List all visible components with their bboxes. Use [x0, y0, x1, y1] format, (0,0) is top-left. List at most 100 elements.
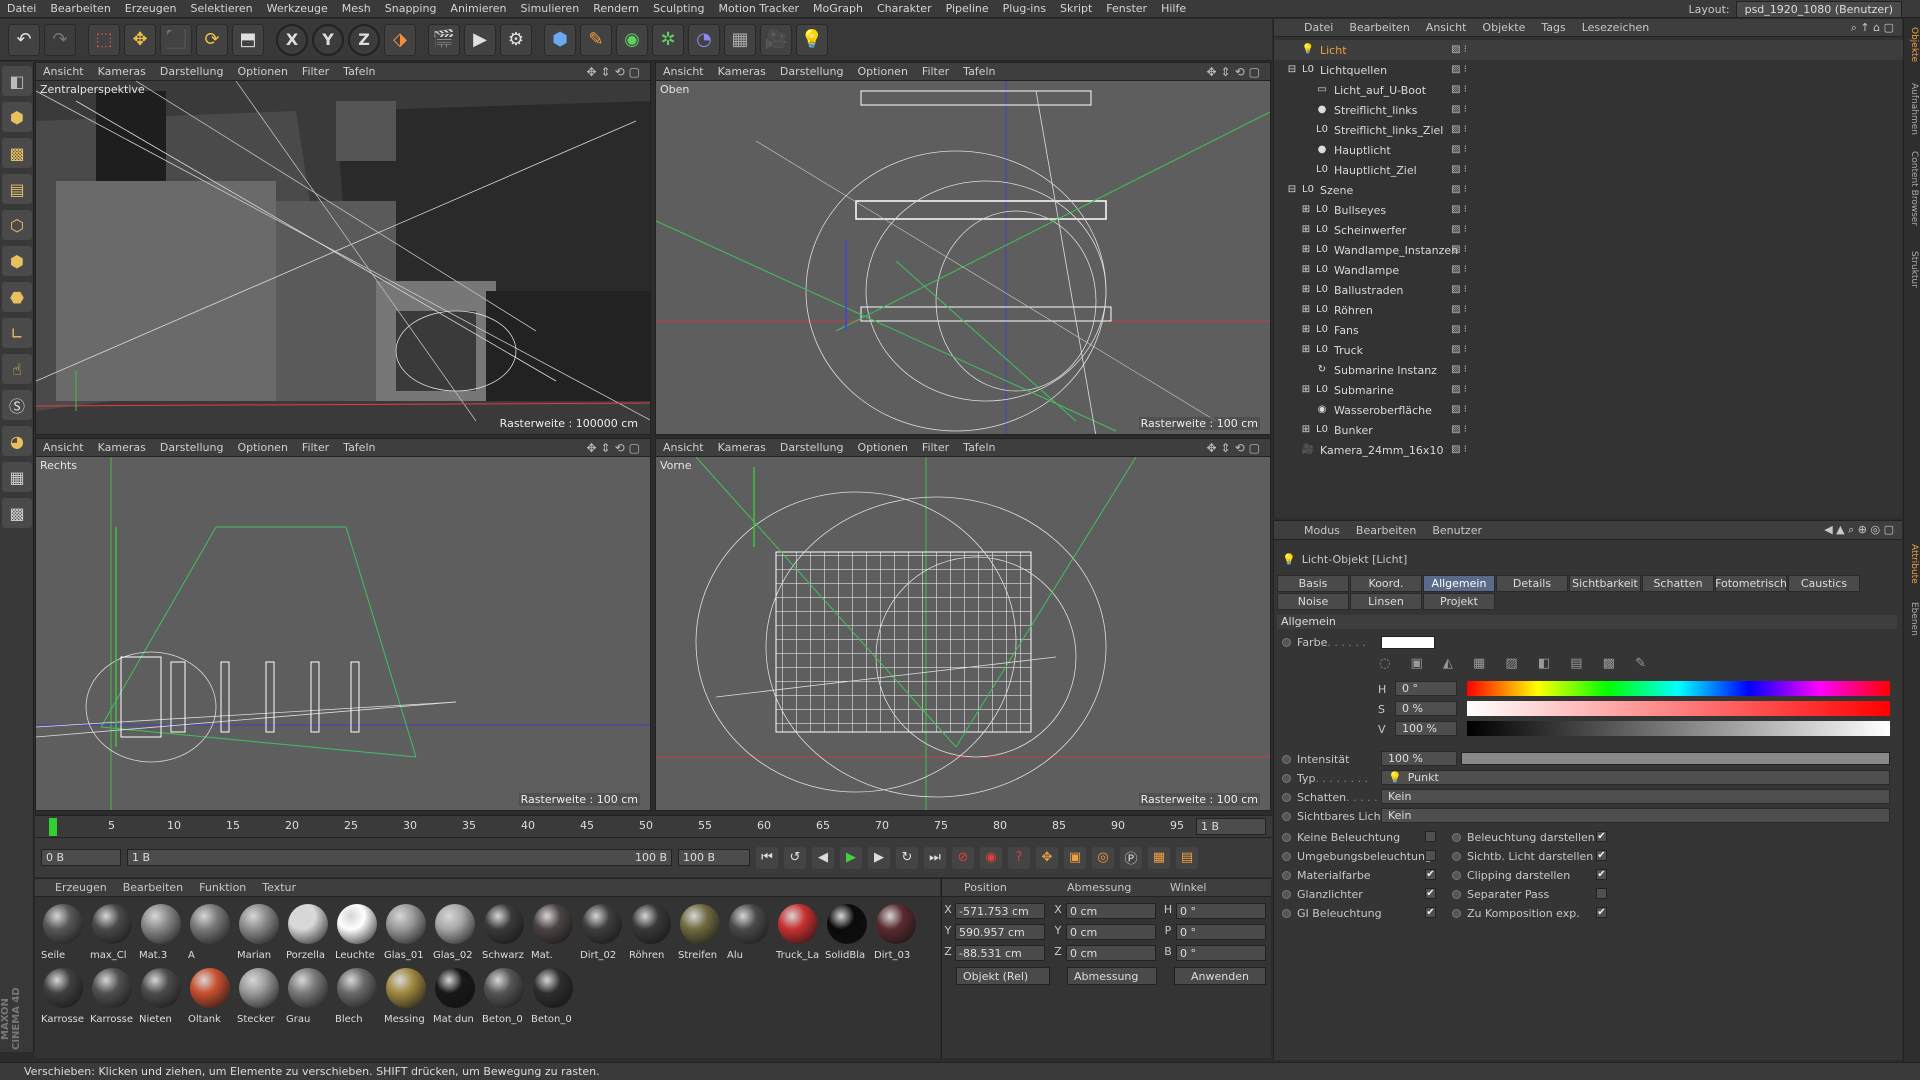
tab-struktur[interactable]: Struktur — [1906, 244, 1919, 294]
visibility-toggle-icon[interactable]: ▨ ⁝ — [1444, 244, 1474, 256]
object-row[interactable]: ● Hauptlicht ▨ ⁝ — [1274, 140, 1903, 160]
vp-menu-tafeln[interactable]: Tafeln — [956, 441, 1002, 454]
menu-mesh[interactable]: Mesh — [335, 2, 378, 15]
visibility-toggle-icon[interactable]: ▨ ⁝ — [1444, 104, 1474, 116]
menu-skript[interactable]: Skript — [1053, 2, 1099, 15]
vp-menu-kameras[interactable]: Kameras — [91, 441, 153, 454]
anim-dot[interactable] — [1282, 832, 1291, 842]
size-x-field[interactable]: 0 cm — [1066, 903, 1156, 919]
timeline-ruler[interactable]: 0510152025303540455055606570758085909510… — [35, 815, 1272, 837]
points-mode-icon[interactable]: ⬡ — [2, 210, 32, 240]
attr-tab-details[interactable]: Details — [1496, 575, 1568, 592]
mat-menu-bearbeiten[interactable]: Bearbeiten — [115, 881, 191, 894]
material-swatch[interactable]: Blech — [333, 965, 381, 1027]
anim-dot[interactable] — [1282, 754, 1291, 764]
attr-tab-linsen[interactable]: Linsen — [1350, 593, 1422, 610]
material-swatch[interactable]: Nieten — [137, 965, 185, 1027]
checkbox[interactable] — [1425, 850, 1436, 861]
magnet-icon[interactable]: ◕ — [2, 426, 32, 456]
obj-menu-bearbeiten[interactable]: Bearbeiten — [1341, 21, 1417, 34]
undo-icon[interactable]: ↶ — [8, 23, 40, 56]
frame-range-slider[interactable]: 1 B 100 B — [127, 849, 672, 866]
sculpt-grid-icon[interactable]: ▩ — [2, 498, 32, 528]
expand-icon[interactable] — [1300, 164, 1312, 176]
material-swatch[interactable]: Beton_0 — [480, 965, 528, 1027]
visibility-toggle-icon[interactable]: ▨ ⁝ — [1444, 284, 1474, 296]
s-field[interactable]: 0 % — [1395, 701, 1457, 716]
material-swatch[interactable]: Öltank — [186, 965, 234, 1027]
checkbox[interactable]: ✔ — [1596, 907, 1607, 918]
material-swatch[interactable]: Seile — [39, 901, 87, 963]
step-forward-icon[interactable]: ▶ — [868, 846, 890, 869]
viewport-perspective[interactable]: Ansicht Kameras Darstellung Optionen Fil… — [35, 62, 651, 435]
anim-dot[interactable] — [1282, 889, 1291, 899]
visibility-toggle-icon[interactable]: ▨ ⁝ — [1444, 344, 1474, 356]
object-row[interactable]: ◉ Wasseroberfläche ▨ ⁝ — [1274, 400, 1903, 420]
visibility-toggle-icon[interactable]: ▨ ⁝ — [1444, 444, 1474, 456]
vp-menu-tafeln[interactable]: Tafeln — [336, 441, 382, 454]
checkbox[interactable]: ✔ — [1425, 869, 1436, 880]
expand-icon[interactable]: ⊞ — [1300, 384, 1312, 396]
vp-menu-kameras[interactable]: Kameras — [711, 441, 773, 454]
object-row[interactable]: ● Streiflicht_links ▨ ⁝ — [1274, 100, 1903, 120]
menu-mograph[interactable]: MoGraph — [806, 2, 870, 15]
deformer-icon[interactable]: ◔ — [688, 23, 720, 56]
position-x-field[interactable]: -571.753 cm — [955, 903, 1045, 919]
expand-icon[interactable] — [1300, 144, 1312, 156]
menu-plug-ins[interactable]: Plug-ins — [996, 2, 1053, 15]
material-swatch[interactable]: Truck_La — [774, 901, 822, 963]
mat-menu-funktion[interactable]: Funktion — [191, 881, 254, 894]
attr-tab-schatten[interactable]: Schatten — [1642, 575, 1714, 592]
anim-dot[interactable] — [1452, 908, 1461, 918]
menu-bearbeiten[interactable]: Bearbeiten — [43, 2, 117, 15]
vp-menu-ansicht[interactable]: Ansicht — [656, 441, 711, 454]
tab-attribute[interactable]: Attribute — [1906, 539, 1919, 589]
material-swatch[interactable]: Leuchte — [333, 901, 381, 963]
obj-menu-datei[interactable]: Datei — [1296, 21, 1341, 34]
visibility-toggle-icon[interactable]: ▨ ⁝ — [1444, 64, 1474, 76]
menu-erzeugen[interactable]: Erzeugen — [118, 2, 184, 15]
expand-icon[interactable]: ⊟ — [1286, 64, 1298, 76]
visibility-toggle-icon[interactable]: ▨ ⁝ — [1444, 44, 1474, 56]
visibility-toggle-icon[interactable]: ▨ ⁝ — [1444, 304, 1474, 316]
menu-animieren[interactable]: Animieren — [443, 2, 513, 15]
color-swatch[interactable] — [1381, 636, 1435, 649]
attr-tab-allgemein[interactable]: Allgemein — [1423, 575, 1495, 592]
tab-aufnahmen[interactable]: Aufnahmen — [1906, 79, 1919, 139]
checkbox[interactable] — [1425, 831, 1436, 842]
vp-menu-ansicht[interactable]: Ansicht — [36, 65, 91, 78]
anim-dot[interactable] — [1452, 832, 1461, 842]
expand-icon[interactable]: ⊞ — [1300, 204, 1312, 216]
rotation-h-field[interactable]: 0 ° — [1176, 903, 1266, 919]
attr-tab-basis[interactable]: Basis — [1277, 575, 1349, 592]
visibility-toggle-icon[interactable]: ▨ ⁝ — [1444, 164, 1474, 176]
menu-selektieren[interactable]: Selektieren — [184, 2, 260, 15]
anim-dot[interactable] — [1282, 773, 1291, 783]
z-axis-lock-icon[interactable]: Z — [348, 23, 380, 56]
anim-dot[interactable] — [1282, 851, 1291, 861]
vp-menu-ansicht[interactable]: Ansicht — [656, 65, 711, 78]
workplane-icon[interactable]: ▤ — [2, 174, 32, 204]
vp-menu-tafeln[interactable]: Tafeln — [956, 65, 1002, 78]
material-swatch[interactable]: Röhren — [627, 901, 675, 963]
autokey-icon[interactable]: ◉ — [980, 846, 1002, 869]
position-z-field[interactable]: -88.531 cm — [955, 945, 1045, 961]
visibility-toggle-icon[interactable]: ▨ ⁝ — [1444, 404, 1474, 416]
edges-mode-icon[interactable]: ⬢ — [2, 246, 32, 276]
vp-menu-optionen[interactable]: Optionen — [850, 441, 914, 454]
material-swatch[interactable]: Glas_01 — [382, 901, 430, 963]
menu-datei[interactable]: Datei — [0, 2, 43, 15]
step-back-icon[interactable]: ◀ — [812, 846, 834, 869]
expand-icon[interactable]: ⊞ — [1300, 424, 1312, 436]
vp-menu-optionen[interactable]: Optionen — [230, 441, 294, 454]
menu-fenster[interactable]: Fenster — [1099, 2, 1154, 15]
checkbox[interactable]: ✔ — [1425, 907, 1436, 918]
visibility-toggle-icon[interactable]: ▨ ⁝ — [1444, 144, 1474, 156]
menu-hilfe[interactable]: Hilfe — [1154, 2, 1193, 15]
tab-objekte[interactable]: Objekte — [1906, 25, 1919, 65]
keyframe-selection-icon[interactable]: ? — [1008, 846, 1030, 869]
move-tool-icon[interactable]: ✥ — [124, 23, 156, 56]
material-swatch[interactable]: max_Cl — [88, 901, 136, 963]
layout-selector[interactable]: Layout: psd_1920_1080 (Benutzer) — [1688, 1, 1902, 18]
timeline-window-icon[interactable]: ▤ — [1176, 846, 1198, 869]
